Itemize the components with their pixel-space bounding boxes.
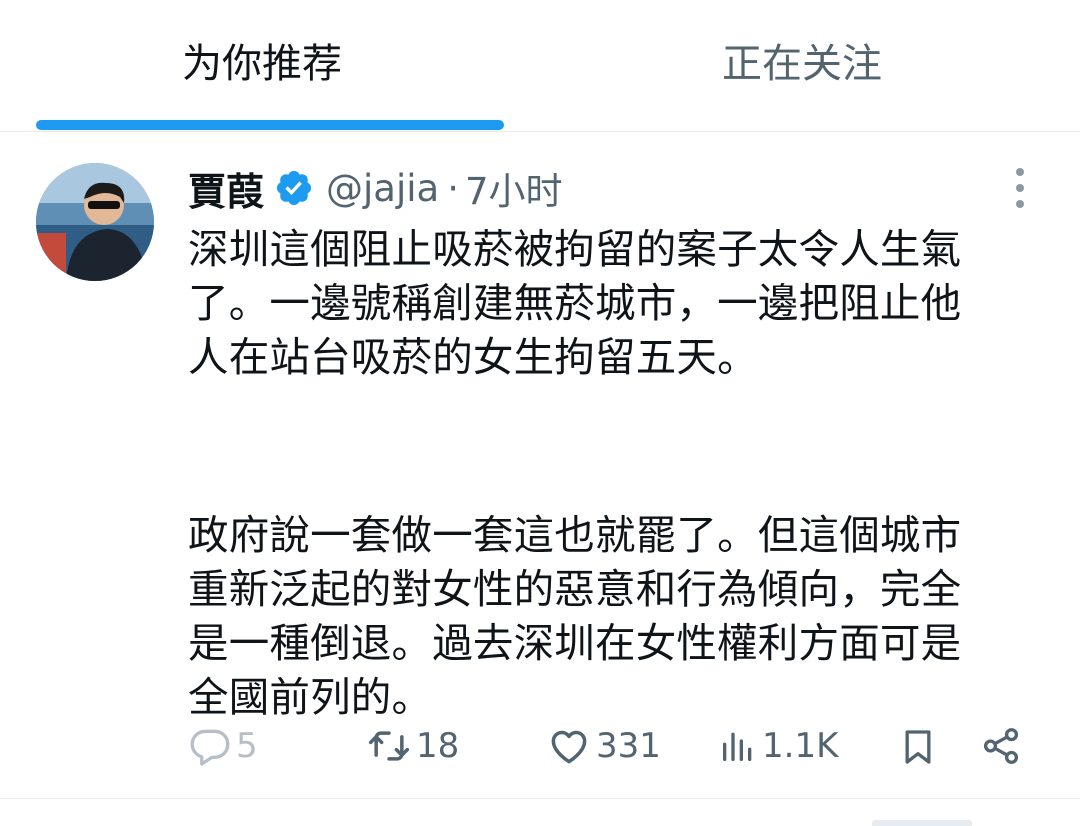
avatar-photo	[36, 163, 154, 281]
author-handle[interactable]: @jajia	[326, 167, 439, 210]
tweet-text-line: 重新泛起的對女性的惡意和行為傾向，完全	[188, 565, 962, 613]
tweet-actions: 5 18 331 1.1K	[0, 718, 1080, 778]
reply-button[interactable]: 5	[188, 724, 258, 768]
tweet-text-line: 了。一邊號稱創建無菸城市，一邊把阻止他	[188, 279, 962, 327]
tweet-text-line: 深圳這個阻止吸菸被拘留的案子太令人生氣	[188, 225, 962, 273]
share-icon	[983, 728, 1019, 764]
bookmark-icon	[905, 730, 931, 764]
retweet-count: 18	[416, 726, 460, 766]
avatar[interactable]	[36, 163, 154, 281]
next-item-peek	[872, 820, 972, 826]
tweet-text-line: 是一種倒退。過去深圳在女性權利方面可是	[188, 619, 962, 667]
tweet-header: 賈葭 @jajia · 7小时	[188, 160, 563, 216]
timeline-tabs: 为你推荐 正在关注	[0, 0, 1080, 132]
share-button[interactable]	[980, 724, 1022, 768]
more-vertical-icon[interactable]	[1000, 166, 1040, 210]
heart-icon	[551, 730, 587, 764]
reply-count: 5	[236, 726, 258, 766]
tweet-timestamp[interactable]: 7小时	[465, 161, 563, 215]
views-count: 1.1K	[762, 726, 839, 766]
bookmark-button[interactable]	[898, 724, 938, 770]
tweet-text-line: 人在站台吸菸的女生拘留五天。	[188, 333, 758, 381]
views-button[interactable]: 1.1K	[718, 724, 838, 768]
tab-following[interactable]: 正在关注	[722, 38, 882, 90]
tweet-text-line: 全國前列的。	[188, 673, 433, 721]
verified-badge-icon	[274, 168, 314, 208]
tweet-text: 深圳這個阻止吸菸被拘留的案子太令人生氣 了。一邊號稱創建無菸城市，一邊把阻止他 …	[188, 222, 1068, 724]
tab-for-you[interactable]: 为你推荐	[182, 38, 342, 90]
divider	[0, 798, 1080, 799]
like-button[interactable]: 331	[546, 724, 661, 768]
retweet-icon	[368, 731, 410, 761]
like-count: 331	[596, 726, 661, 766]
views-icon	[723, 732, 752, 761]
author-name[interactable]: 賈葭	[188, 161, 264, 216]
active-tab-indicator	[36, 120, 504, 130]
meta-separator: ·	[447, 166, 459, 210]
reply-icon	[190, 729, 230, 766]
tweet-text-line: 政府說一套做一套這也就罷了。但這個城市	[188, 511, 962, 559]
retweet-button[interactable]: 18	[366, 724, 459, 768]
